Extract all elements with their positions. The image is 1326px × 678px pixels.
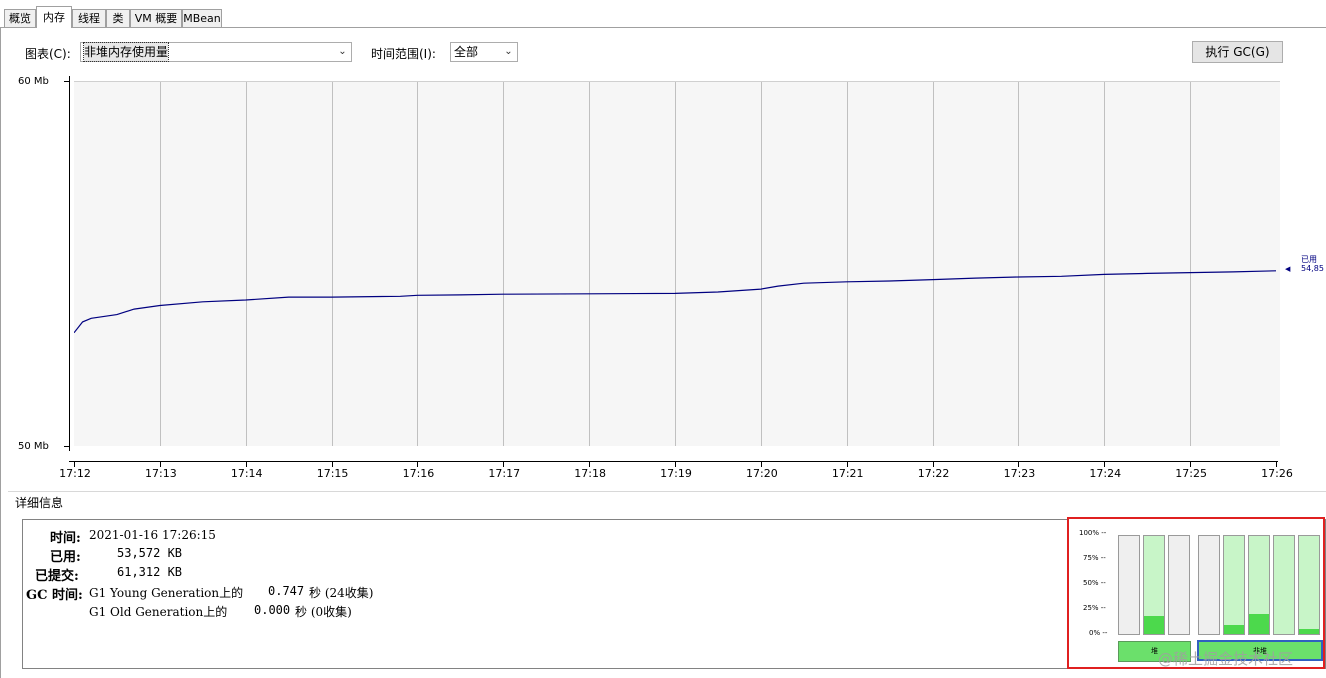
pct-label-0: 0% -- — [1089, 629, 1108, 637]
chart-select-label: 图表(C): — [25, 47, 71, 61]
chevron-down-icon[interactable]: ⌄ — [500, 43, 517, 61]
details-separator — [8, 491, 1326, 492]
nonheap-pool-bar[interactable] — [1298, 535, 1320, 635]
detail-committed-value: 61,312 KB — [117, 565, 183, 579]
range-select-value: 全部 — [454, 45, 479, 59]
tab-mbean[interactable]: MBean — [182, 9, 222, 28]
detail-time-value: 2021-01-16 17:26:15 — [89, 528, 216, 542]
nonheap-pool-bar[interactable] — [1198, 535, 1220, 635]
detail-time-key: 时间: — [50, 531, 81, 546]
pct-label-50: 50% -- — [1083, 579, 1106, 587]
x-tick-label: 17:23 — [1003, 467, 1036, 480]
nonheap-pool-bar[interactable] — [1223, 535, 1245, 635]
nonheap-pool-bar-fill — [1249, 614, 1269, 634]
chart-series-svg — [74, 270, 1277, 334]
y-tick-mark — [64, 81, 70, 82]
latest-value-marker-icon: ◀ — [1285, 265, 1291, 273]
nonheap-pool-bar[interactable] — [1248, 535, 1270, 635]
gc-old-unit: 秒 (0收集) — [295, 605, 352, 619]
y-tick-mark — [64, 446, 70, 447]
details-title: 详细信息 — [15, 496, 64, 510]
nonheap-pool-bar-fill — [1299, 629, 1319, 634]
x-tick-label: 17:16 — [402, 467, 435, 480]
watermark: @稀土掘金技术社区 — [1158, 650, 1294, 668]
series-line-used — [74, 270, 1277, 334]
x-tick-label: 17:26 — [1261, 467, 1293, 480]
heap-pool-bar[interactable] — [1118, 535, 1140, 635]
chart-select[interactable]: 非堆内存使用量 ⌄ — [80, 42, 352, 62]
tab-threads[interactable]: 线程 — [72, 9, 106, 28]
series-latest-value: 54,85 — [1301, 264, 1324, 273]
heap-pool-bar[interactable] — [1143, 535, 1165, 635]
x-tick-label: 17:21 — [831, 467, 864, 480]
range-select-label: 时间范围(I): — [371, 47, 436, 61]
detail-committed-key: 已提交: — [35, 569, 79, 584]
x-tick-label: 17:17 — [488, 467, 521, 480]
y-tick-label-max: 60 Mb — [18, 76, 49, 87]
x-tick-label: 17:20 — [745, 467, 778, 480]
heap-pool-bar-fill — [1144, 616, 1164, 634]
range-select[interactable]: 全部 ⌄ — [450, 42, 518, 62]
nonheap-pool-bar-fill — [1224, 625, 1244, 634]
tab-classes[interactable]: 类 — [106, 9, 130, 28]
x-tick-label: 17:25 — [1175, 467, 1207, 480]
detail-gc-key: GC 时间: — [26, 588, 83, 603]
pct-label-75: 75% -- — [1083, 554, 1106, 562]
detail-used-key: 已用: — [50, 550, 81, 565]
x-tick-label: 17:22 — [917, 467, 950, 480]
chart-y-axis — [69, 76, 70, 451]
x-tick-label: 17:13 — [144, 467, 177, 480]
tab-bar: 概览 内存 线程 类 VM 概要 MBean — [0, 0, 1326, 28]
gc-young-name: G1 Young Generation上的 — [89, 586, 244, 600]
gc-old-name: G1 Old Generation上的 — [89, 605, 228, 619]
y-tick-label-min: 50 Mb — [18, 441, 49, 452]
tab-memory[interactable]: 内存 — [36, 6, 72, 28]
x-tick-label: 17:19 — [660, 467, 692, 480]
chart-x-axis — [69, 461, 1278, 462]
pct-label-100: 100% -- — [1079, 529, 1107, 537]
perform-gc-button[interactable]: 执行 GC(G) — [1192, 41, 1283, 63]
chart-select-value: 非堆内存使用量 — [82, 42, 170, 62]
gc-young-unit: 秒 (24收集) — [309, 586, 374, 600]
gc-young-seconds: 0.747 — [268, 584, 305, 598]
heap-pool-bar[interactable] — [1168, 535, 1190, 635]
x-tick-label: 17:15 — [316, 467, 349, 480]
tab-overview[interactable]: 概览 — [4, 9, 36, 28]
detail-used-value: 53,572 KB — [117, 546, 183, 560]
tab-vm-summary[interactable]: VM 概要 — [130, 9, 182, 28]
pct-label-25: 25% -- — [1083, 604, 1106, 612]
chevron-down-icon[interactable]: ⌄ — [334, 43, 351, 61]
x-tick-label: 17:14 — [230, 467, 263, 480]
gc-old-seconds: 0.000 — [254, 603, 291, 617]
x-tick-label: 17:18 — [574, 467, 606, 480]
nonheap-pool-bar[interactable] — [1273, 535, 1295, 635]
x-tick-label: 17:24 — [1089, 467, 1122, 480]
x-tick-label: 17:12 — [59, 467, 91, 480]
